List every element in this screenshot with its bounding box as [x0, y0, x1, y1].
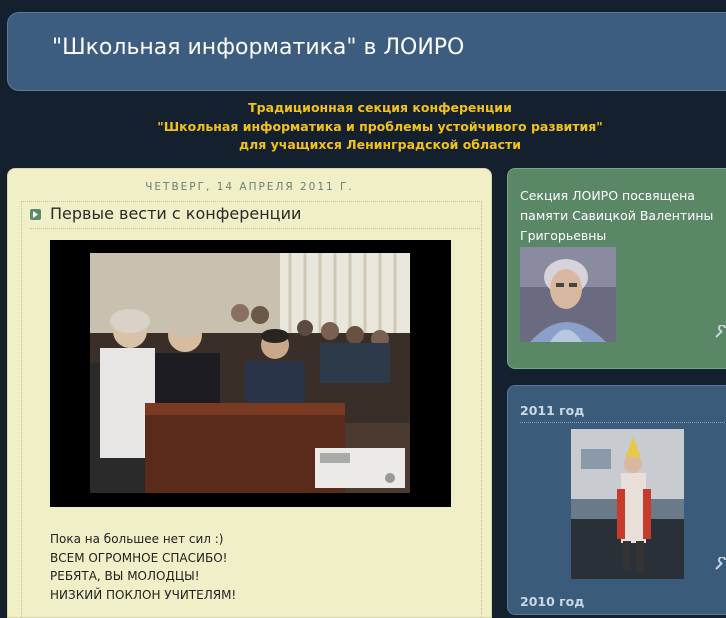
main-column: ЧЕТВЕРГ, 14 АПРЕЛЯ 2011 Г. Первые вести …: [7, 168, 492, 618]
widget-title-next: 2010 год: [520, 594, 585, 609]
description-line: для учащихся Ленинградской области: [238, 137, 522, 152]
post-photo[interactable]: [50, 240, 451, 507]
sidebar-widget-2011: 2011 год 2010 год: [507, 385, 726, 615]
description-line: "Школьная информатика и проблемы устойчи…: [157, 118, 603, 134]
wrench-icon[interactable]: [714, 324, 726, 343]
description-line: Традиционная секция конференции: [248, 100, 512, 115]
post-body-line: НИЗКИЙ ПОКЛОН УЧИТЕЛЯМ!: [50, 587, 237, 602]
post-body-line: ВСЕМ ОГРОМНОЕ СПАСИБО!: [50, 550, 228, 565]
post-body: Пока на большее нет сил :) ВСЕМ ОГРОМНОЕ…: [50, 530, 236, 604]
post-title-link[interactable]: Первые вести с конференции: [50, 204, 301, 223]
sidebar-widget-memorial: Секция ЛОИРО посвящена памяти Савицкой В…: [507, 168, 726, 369]
post-date: ЧЕТВЕРГ, 14 АПРЕЛЯ 2011 Г.: [145, 181, 354, 193]
post-body-line: РЕБЯТА, ВЫ МОЛОДЦЫ!: [50, 569, 200, 583]
post-title-row: Первые вести с конференции: [30, 204, 480, 229]
widget-title: Секция ЛОИРО посвящена памяти Савицкой В…: [520, 188, 714, 243]
blog-description: Традиционная секция конференции "Школьна…: [0, 99, 726, 155]
event-2011-photo[interactable]: [571, 429, 684, 579]
portrait-photo[interactable]: [520, 247, 616, 342]
blog-header: "Школьная информатика" в ЛОИРО: [7, 12, 726, 91]
widget-title: 2011 год: [520, 403, 725, 423]
arrow-right-icon: [30, 209, 41, 220]
post-body-line: Пока на большее нет сил :): [50, 532, 224, 546]
wrench-icon[interactable]: [714, 556, 726, 575]
blog-title-link[interactable]: "Школьная информатика" в ЛОИРО: [52, 35, 464, 60]
conference-photo: [90, 253, 410, 493]
